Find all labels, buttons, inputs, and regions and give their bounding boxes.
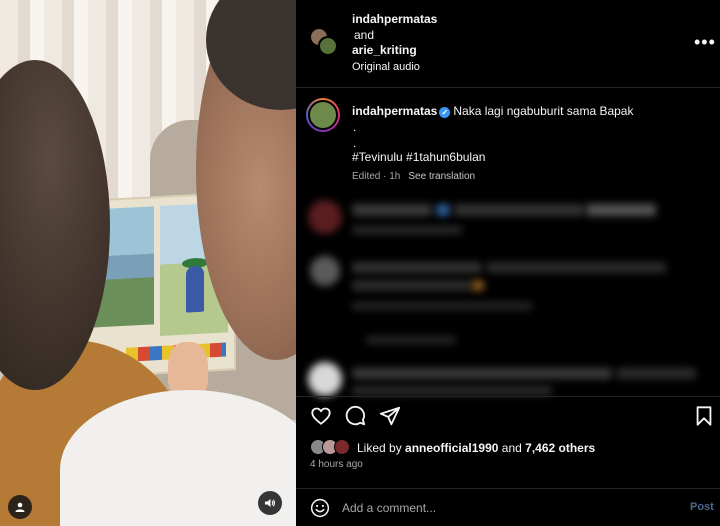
comment-icon[interactable] bbox=[344, 405, 366, 427]
reel-video[interactable] bbox=[0, 0, 296, 526]
caption-username[interactable]: indahpermatas bbox=[352, 104, 437, 118]
see-translation-link[interactable]: See translation bbox=[408, 171, 475, 182]
more-options-icon[interactable]: ••• bbox=[694, 32, 716, 53]
audio-toggle-button[interactable] bbox=[258, 491, 282, 515]
verified-badge-icon: ✓ bbox=[439, 107, 451, 118]
post-timestamp[interactable]: 4 hours ago bbox=[310, 459, 363, 470]
caption-meta: Edited · 1h See translation bbox=[352, 171, 475, 182]
emoji-icon[interactable] bbox=[310, 498, 330, 518]
post-header: indahpermatas and arie_kriting Original … bbox=[296, 0, 720, 88]
caption-avatar[interactable] bbox=[306, 98, 340, 132]
post-actions bbox=[296, 396, 720, 436]
speaker-icon bbox=[265, 499, 275, 507]
caption-hashtags[interactable]: #Tevinulu #1tahun6bulan bbox=[352, 150, 485, 164]
edited-timestamp: Edited · 1h bbox=[352, 171, 401, 182]
comment-bar: Post bbox=[296, 488, 720, 526]
caption-line: . bbox=[353, 136, 357, 150]
post-comment-button[interactable]: Post bbox=[690, 501, 714, 513]
tagged-users-button[interactable] bbox=[8, 495, 32, 519]
author-username[interactable]: indahpermatas bbox=[352, 12, 437, 26]
caption-line: . bbox=[353, 120, 357, 134]
likes-prefix: Liked by bbox=[357, 441, 402, 455]
likes-summary: Liked by anneofficial1990 and 7,462 othe… bbox=[357, 441, 595, 455]
audio-link[interactable]: Original audio bbox=[352, 61, 420, 73]
collaborator-username[interactable]: arie_kriting bbox=[352, 43, 417, 57]
share-icon[interactable] bbox=[379, 405, 401, 427]
likes-conjunction: and bbox=[501, 441, 522, 455]
collab-conjunction: and bbox=[354, 28, 375, 42]
heart-icon[interactable] bbox=[310, 405, 332, 427]
caption-text: Naka lagi ngabuburit sama Bapak bbox=[453, 104, 634, 118]
likes-others-link[interactable]: 7,462 others bbox=[525, 441, 595, 455]
liked-by-user[interactable]: anneofficial1990 bbox=[405, 441, 498, 455]
avatar[interactable] bbox=[318, 36, 338, 56]
user-icon bbox=[15, 502, 25, 512]
post-panel: indahpermatas and arie_kriting Original … bbox=[296, 0, 720, 526]
comment-input[interactable] bbox=[342, 499, 642, 517]
bookmark-icon[interactable] bbox=[694, 405, 714, 427]
